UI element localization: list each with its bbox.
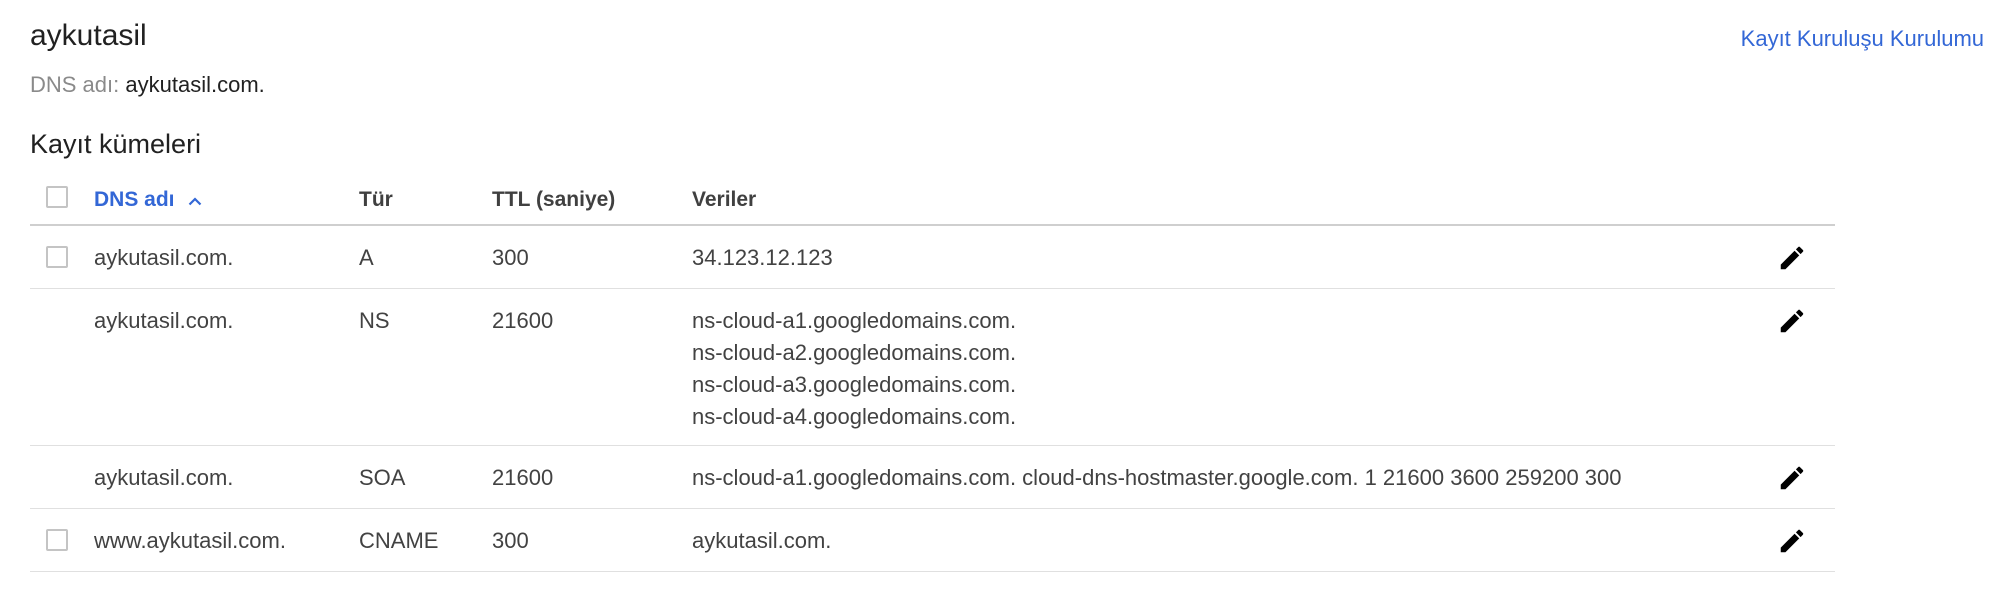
column-header-data: Veriler — [692, 188, 757, 211]
registrar-setup-link[interactable]: Kayıt Kuruluşu Kurulumu — [1741, 24, 1984, 54]
table-row: aykutasil.com. SOA 21600 ns-cloud-a1.goo… — [30, 446, 1835, 509]
select-all-checkbox[interactable] — [46, 186, 68, 208]
record-type: CNAME — [359, 528, 439, 553]
record-ttl: 21600 — [492, 308, 554, 333]
edit-record-button[interactable] — [1777, 526, 1807, 556]
table-row: aykutasil.com. NS 21600 ns-cloud-a1.goog… — [30, 289, 1835, 446]
record-data-line: ns-cloud-a1.googledomains.com. — [692, 308, 1017, 333]
record-data-line: aykutasil.com. — [692, 528, 832, 553]
record-data: ns-cloud-a1.googledomains.com. cloud-dns… — [692, 462, 1622, 494]
record-data-line: ns-cloud-a1.googledomains.com. cloud-dns… — [692, 465, 1622, 490]
record-name: aykutasil.com. — [94, 308, 234, 333]
chevron-up-icon — [188, 186, 202, 214]
record-name: aykutasil.com. — [94, 465, 234, 490]
column-header-dns-name[interactable]: DNS adı — [94, 186, 202, 214]
column-header-label: DNS adı — [94, 188, 175, 211]
record-data-line: 34.123.12.123 — [692, 245, 833, 270]
dns-name-info: DNS adı: aykutasil.com. — [30, 70, 265, 100]
zone-title: aykutasil — [30, 19, 147, 52]
record-data: aykutasil.com. — [692, 525, 831, 557]
record-ttl: 21600 — [492, 465, 554, 490]
record-data-line: ns-cloud-a4.googledomains.com. — [692, 404, 1017, 429]
record-data-line: ns-cloud-a2.googledomains.com. — [692, 340, 1017, 365]
edit-record-button[interactable] — [1777, 306, 1807, 336]
table-row: aykutasil.com. A 300 34.123.12.123 — [30, 226, 1835, 289]
record-type: NS — [359, 308, 390, 333]
pencil-icon — [1780, 309, 1804, 333]
column-header-type[interactable]: Tür — [359, 186, 393, 214]
record-sets-heading: Kayıt kümeleri — [30, 129, 202, 159]
record-data-line: ns-cloud-a3.googledomains.com. — [692, 372, 1017, 397]
column-header-ttl[interactable]: TTL (saniye) — [492, 186, 615, 214]
record-type: A — [359, 245, 374, 270]
record-type: SOA — [359, 465, 406, 490]
row-checkbox[interactable] — [46, 529, 68, 551]
row-checkbox[interactable] — [46, 246, 68, 268]
pencil-icon — [1780, 246, 1804, 270]
pencil-icon — [1780, 529, 1804, 553]
table-header: DNS adı Tür TTL (saniye) Veriler — [30, 176, 1835, 226]
record-sets-table: DNS adı Tür TTL (saniye) Veriler aykutas… — [30, 176, 1835, 572]
edit-record-button[interactable] — [1777, 463, 1807, 493]
record-data: 34.123.12.123 — [692, 242, 833, 274]
record-ttl: 300 — [492, 528, 529, 553]
dns-name-label: DNS adı: — [30, 72, 120, 97]
cloud-dns-zone-details: aykutasil Kayıt Kuruluşu Kurulumu DNS ad… — [0, 0, 1990, 612]
record-data: ns-cloud-a1.googledomains.com. ns-cloud-… — [692, 305, 1016, 433]
pencil-icon — [1780, 466, 1804, 490]
dns-name-value: aykutasil.com. — [125, 72, 265, 97]
record-ttl: 300 — [492, 245, 529, 270]
record-name: www.aykutasil.com. — [94, 528, 286, 553]
edit-record-button[interactable] — [1777, 243, 1807, 273]
record-name: aykutasil.com. — [94, 245, 234, 270]
table-row: www.aykutasil.com. CNAME 300 aykutasil.c… — [30, 509, 1835, 572]
